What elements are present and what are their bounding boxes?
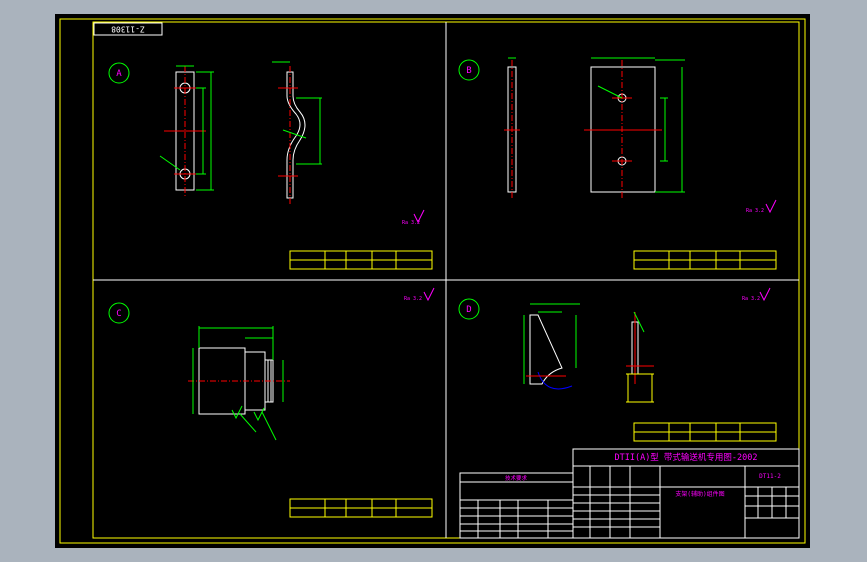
view-d-roughness: Ra 3.2 [742,296,760,302]
view-c-label: C [116,309,121,319]
drawing-code: DT11-2 [759,473,781,480]
cad-drawing-canvas[interactable]: Z-11308 A Ra 3.2 B Ra 3.2 C Ra 3.2 D Ra … [0,0,867,562]
view-d-label: D [466,305,471,315]
view-b-label: B [466,66,471,76]
view-a-label: A [116,69,122,79]
drawing-number: Z-11308 [111,25,145,34]
cad-viewport: Z-11308 A Ra 3.2 B Ra 3.2 C Ra 3.2 D Ra … [0,0,867,562]
drawing-sheet [55,14,810,548]
view-b-roughness: Ra 3.2 [746,208,764,214]
technical-notes-header: 技术要求 [505,474,528,482]
project-title: DTII(A)型 带式输送机专用图-2002 [614,452,757,463]
part-name: 支架(辅助)组件图 [675,490,724,498]
view-c-roughness: Ra 3.2 [404,296,422,302]
